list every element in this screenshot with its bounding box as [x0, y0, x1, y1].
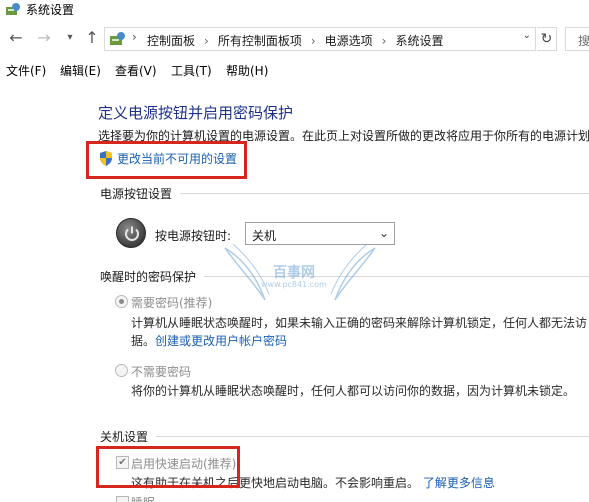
address-dropdown-icon[interactable]: ⌄ [523, 30, 531, 41]
refresh-icon[interactable]: ↻ [537, 27, 557, 51]
breadcrumb-item[interactable]: 系统设置 [395, 34, 443, 48]
breadcrumb-chevron-icon[interactable]: › [311, 34, 316, 48]
forward-arrow-icon[interactable]: → [34, 28, 54, 48]
sleep-checkbox[interactable] [116, 496, 129, 502]
recent-locations-chevron-icon[interactable]: ▾ [60, 28, 80, 48]
page-title: 定义电源按钮并启用密码保护 [98, 104, 294, 122]
menu-view[interactable]: 查看(V) [115, 62, 157, 79]
breadcrumb-item[interactable]: 所有控制面板项 [218, 34, 302, 48]
sleep-label: 睡眠 [131, 494, 155, 502]
require-password-description-line2: 据。创建或更改用户帐户密码 [131, 332, 287, 349]
watermark-text: 百事网 [273, 265, 315, 281]
up-arrow-icon[interactable]: ↑ [82, 28, 102, 48]
chevron-down-icon: ⌄ [378, 226, 389, 240]
menu-file[interactable]: 文件(F) [6, 62, 46, 79]
title-bar: 系统设置 [0, 0, 589, 22]
address-bar[interactable]: › 控制面板 › 所有控制面板项 › 电源选项 › 系统设置 ⌄ [104, 27, 536, 51]
require-password-radio[interactable] [115, 295, 128, 308]
menu-tools[interactable]: 工具(T) [171, 62, 212, 79]
section-title-shutdown: 关机设置 [100, 430, 149, 444]
highlight-box [96, 446, 240, 488]
watermark-url: www.pc841.com [261, 280, 327, 289]
watermark-logo: 百事网 www.pc841.com [215, 240, 385, 310]
breadcrumb-item[interactable]: 电源选项 [325, 34, 373, 48]
no-password-label: 不需要密码 [131, 365, 192, 379]
search-input[interactable]: 搜 [565, 27, 589, 51]
window-title: 系统设置 [26, 3, 75, 17]
menu-bar: 文件(F) 编辑(E) 查看(V) 工具(T) 帮助(H) [0, 58, 589, 82]
breadcrumb-chevron-icon[interactable]: › [132, 30, 137, 44]
section-title-wakeup-password: 唤醒时的密码保护 [100, 270, 197, 284]
breadcrumb-chevron-icon[interactable]: › [204, 34, 209, 48]
breadcrumb-chevron-icon[interactable]: › [382, 34, 387, 48]
no-password-description: 将你的计算机从睡眠状态唤醒时，任何人都可以访问你的数据，因为计算机未锁定。 [131, 384, 576, 398]
menu-help[interactable]: 帮助(H) [226, 62, 268, 79]
create-change-password-link[interactable]: 创建或更改用户帐户密码 [155, 334, 287, 348]
no-password-radio[interactable] [115, 364, 128, 377]
menu-edit[interactable]: 编辑(E) [60, 62, 101, 79]
back-arrow-icon[interactable]: ← [6, 28, 26, 48]
main-content: 定义电源按钮并启用密码保护 选择要为你的计算机设置的电源设置。在此页上对设置所做… [0, 82, 589, 502]
highlight-box [86, 141, 247, 179]
divider [156, 436, 589, 437]
divider [180, 193, 589, 194]
learn-more-link[interactable]: 了解更多信息 [423, 476, 495, 490]
section-title-power-button: 电源按钮设置 [100, 187, 173, 201]
breadcrumb: 控制面板 › 所有控制面板项 › 电源选项 › 系统设置 [147, 32, 444, 49]
control-panel-icon [6, 3, 20, 15]
power-button-icon [116, 218, 146, 248]
require-password-label: 需要密码(推荐) [131, 296, 213, 310]
require-password-description: 计算机从睡眠状态唤醒时，如果未输入正确的密码来解除计算机锁定，任何人都无法访 [131, 316, 588, 330]
navigation-bar: ← → ▾ ↑ › 控制面板 › 所有控制面板项 › 电源选项 › 系统设置 ⌄ ↻ 搜 [0, 22, 589, 56]
breadcrumb-item[interactable]: 控制面板 [147, 34, 195, 48]
require-password-description-end: 据。 [131, 334, 156, 348]
control-panel-icon [110, 32, 125, 45]
